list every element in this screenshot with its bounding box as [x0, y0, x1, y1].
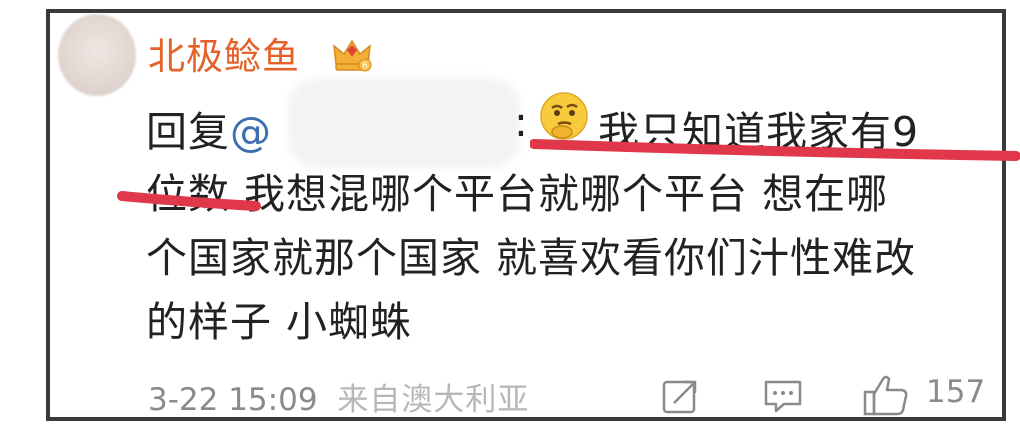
- like-count: 157: [926, 374, 986, 410]
- comment-line-3: 个国家就那个国家 就喜欢看你们汁性难改: [146, 234, 917, 282]
- mention-colon: :: [514, 98, 529, 146]
- comment-icon[interactable]: [762, 376, 804, 416]
- timestamp: 3-22 15:09: [148, 382, 318, 418]
- avatar[interactable]: [58, 14, 136, 96]
- crown-badge-icon: 6: [333, 39, 372, 72]
- highlight-underline-2: [117, 191, 261, 211]
- share-icon[interactable]: [660, 376, 700, 416]
- svg-text:6: 6: [362, 62, 368, 72]
- reply-prefix: 回复: [146, 108, 230, 156]
- comment-line-4: 的样子 小蜘蛛: [146, 298, 413, 346]
- username[interactable]: 北极鲶鱼: [148, 26, 300, 80]
- thumbs-up-icon[interactable]: [862, 372, 910, 418]
- reply-line: 回复@: [146, 98, 272, 158]
- blurred-mention-name: [288, 78, 520, 168]
- highlight-underline-1: [530, 139, 1020, 161]
- location: 来自澳大利亚: [337, 382, 530, 418]
- comment-meta: 3-22 15:09 来自澳大利亚: [148, 374, 529, 419]
- mention-at[interactable]: @: [230, 108, 272, 156]
